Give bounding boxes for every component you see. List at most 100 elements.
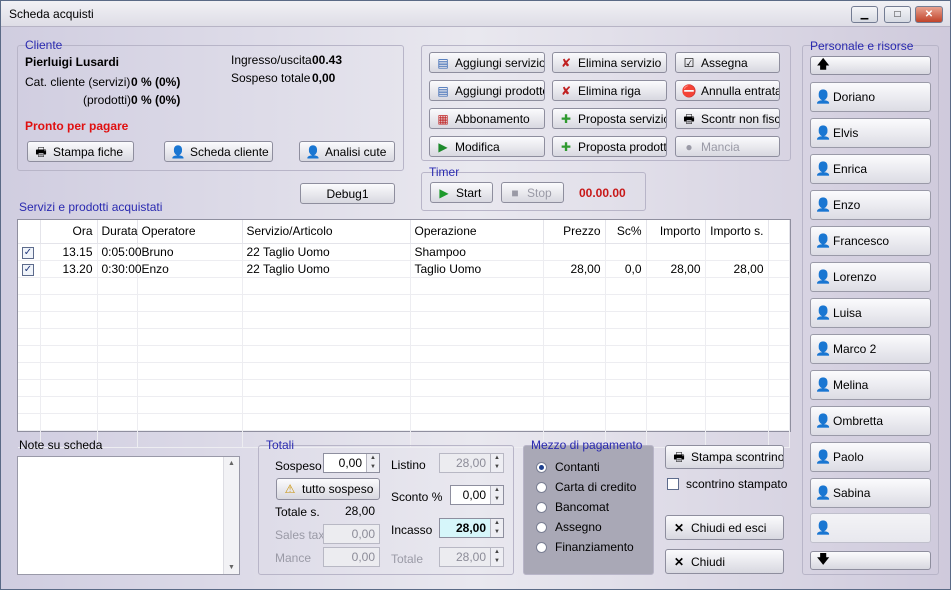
incasso-input[interactable]: 28,00 ▲ ▼	[439, 518, 504, 538]
mancia-button[interactable]: ● Mancia	[675, 136, 780, 157]
staff-button[interactable]: 👤 Sabina	[810, 478, 931, 508]
empty-cell	[18, 277, 41, 295]
table-row[interactable]: ✓ 13.15 0:05:00 Bruno 22 Taglio Uomo Shampoo	[18, 243, 790, 261]
stampa-fiche-button[interactable]: 🖶 Stampa fiche	[27, 141, 134, 162]
col-operatore[interactable]: Operatore	[137, 220, 243, 244]
maximize-button[interactable]: □	[884, 6, 911, 23]
cell-importo: 28,00	[646, 260, 706, 278]
cell-prezzo: 28,00	[543, 260, 606, 278]
empty-cell	[705, 294, 769, 312]
payment-option[interactable]: Carta di credito	[536, 480, 636, 494]
person-icon: 👤	[815, 341, 832, 356]
empty-cell	[543, 362, 606, 380]
debug-button[interactable]: Debug1	[300, 183, 395, 204]
sconto-spinner[interactable]: ▲ ▼	[490, 486, 503, 504]
abbonamento-button[interactable]: ▦ Abbonamento	[429, 108, 545, 129]
payment-option[interactable]: Bancomat	[536, 500, 609, 514]
cat-prodotti-value: 0 % (0%)	[131, 93, 181, 107]
scontrino-stampato-checkbox[interactable]	[667, 478, 679, 490]
proposta-servizio-button[interactable]: ✚ Proposta servizio	[552, 108, 667, 129]
delete-row-icon: ✘	[560, 83, 572, 98]
staff-empty-slot[interactable]: 👤	[810, 513, 931, 543]
totale-spinner[interactable]: ▲ ▼	[490, 548, 503, 566]
elimina-servizio-button[interactable]: ✘ Elimina servizio	[552, 52, 667, 73]
sales-tax-input[interactable]: 0,00	[323, 524, 380, 544]
stampa-scontrino-button[interactable]: 🖶 Stampa scontrino	[665, 445, 784, 469]
timer-start-button[interactable]: ▶ Start	[430, 182, 493, 203]
add-product-icon: ▤	[437, 83, 449, 98]
scroll-up-icon[interactable]: ▲	[224, 460, 239, 467]
row-checkbox[interactable]: ✓	[22, 264, 34, 276]
sospeso-input[interactable]: 0,00 ▲ ▼	[323, 453, 380, 473]
sospeso-spinner[interactable]: ▲ ▼	[366, 454, 379, 472]
elimina-riga-button[interactable]: ✘ Elimina riga	[552, 80, 667, 101]
incasso-label: Incasso	[391, 523, 433, 537]
empty-cell	[137, 277, 243, 295]
radio-button[interactable]	[536, 521, 547, 533]
col-ora[interactable]: Ora	[40, 220, 98, 244]
acquisti-table[interactable]: Ora Durata Operatore Servizio/Articolo O…	[17, 219, 791, 448]
mance-input[interactable]: 0,00	[323, 547, 380, 567]
assegna-button[interactable]: ☑ Assegna	[675, 52, 780, 73]
aggiungi-prodotto-button[interactable]: ▤ Aggiungi prodotto	[429, 80, 545, 101]
window-title: Scheda acquisti	[9, 7, 94, 21]
empty-cell	[605, 362, 647, 380]
staff-button[interactable]: 👤 Doriano	[810, 82, 931, 112]
incasso-spinner[interactable]: ▲ ▼	[490, 519, 503, 537]
staff-button[interactable]: 👤 Enrica	[810, 154, 931, 184]
close-button[interactable]: ✕	[915, 6, 943, 23]
col-operazione[interactable]: Operazione	[410, 220, 544, 244]
staff-button[interactable]: 👤 Luisa	[810, 298, 931, 328]
empty-cell	[543, 379, 606, 397]
col-servizio[interactable]: Servizio/Articolo	[242, 220, 411, 244]
staff-button[interactable]: 👤 Melina	[810, 370, 931, 400]
scroll-up-button[interactable]: 🡅	[810, 56, 931, 75]
col-durata[interactable]: Durata	[97, 220, 138, 244]
radio-button[interactable]	[536, 461, 547, 473]
sconto-input[interactable]: 0,00 ▲ ▼	[450, 485, 504, 505]
cell-durata: 0:30:00	[97, 260, 142, 278]
staff-button[interactable]: 👤 Elvis	[810, 118, 931, 148]
analisi-cute-button[interactable]: 👤 Analisi cute	[299, 141, 395, 162]
staff-button[interactable]: 👤 Paolo	[810, 442, 931, 472]
annulla-entrata-button[interactable]: ⛔ Annulla entrata	[675, 80, 780, 101]
listino-spinner[interactable]: ▲ ▼	[490, 454, 503, 472]
col-importo-s[interactable]: Importo s.	[705, 220, 769, 244]
table-row[interactable]: ✓ 13.20 0:30:00 Enzo 22 Taglio Uomo Taglio Uo…	[18, 260, 790, 278]
scontr-non-fisc-button[interactable]: 🖶 Scontr non fisc	[675, 108, 780, 129]
col-sc[interactable]: Sc%	[605, 220, 647, 244]
empty-cell	[646, 311, 706, 329]
payment-option[interactable]: Contanti	[536, 460, 600, 474]
minimize-button[interactable]: ▁	[851, 6, 878, 23]
col-importo[interactable]: Importo	[646, 220, 706, 244]
staff-button[interactable]: 👤 Enzo	[810, 190, 931, 220]
staff-button[interactable]: 👤 Lorenzo	[810, 262, 931, 292]
totale-input[interactable]: 28,00 ▲ ▼	[439, 547, 504, 567]
tutto-sospeso-button[interactable]: ⚠ tutto sospeso	[276, 478, 380, 500]
radio-button[interactable]	[536, 481, 547, 493]
proposta-prodotto-button[interactable]: ✚ Proposta prodotto	[552, 136, 667, 157]
chiudi-button[interactable]: ✕ Chiudi	[665, 549, 784, 574]
col-prezzo[interactable]: Prezzo	[543, 220, 606, 244]
scroll-down-icon[interactable]: ▼	[224, 564, 239, 571]
payment-option[interactable]: Assegno	[536, 520, 602, 534]
staff-button[interactable]: 👤 Marco 2	[810, 334, 931, 364]
payment-option[interactable]: Finanziamento	[536, 540, 634, 554]
row-checkbox[interactable]: ✓	[22, 247, 34, 259]
scheda-cliente-button[interactable]: 👤 Scheda cliente	[164, 141, 273, 162]
staff-button[interactable]: 👤 Francesco	[810, 226, 931, 256]
note-textarea[interactable]: ▲ ▼	[17, 456, 240, 575]
aggiungi-servizio-button[interactable]: ▤ Aggiungi servizio	[429, 52, 545, 73]
modifica-button[interactable]: ▶ Modifica	[429, 136, 545, 157]
analisi-cute-label: Analisi cute	[325, 144, 387, 159]
scroll-down-button[interactable]: 🡇	[810, 551, 931, 570]
note-scrollbar[interactable]: ▲ ▼	[223, 457, 239, 574]
staff-button[interactable]: 👤 Ombretta	[810, 406, 931, 436]
timer-stop-button[interactable]: ■ Stop	[501, 182, 564, 203]
empty-row	[18, 413, 790, 431]
radio-button[interactable]	[536, 541, 547, 553]
chiudi-esci-button[interactable]: ✕ Chiudi ed esci	[665, 515, 784, 540]
empty-cell	[410, 396, 544, 414]
radio-button[interactable]	[536, 501, 547, 513]
listino-input[interactable]: 28,00 ▲ ▼	[439, 453, 504, 473]
